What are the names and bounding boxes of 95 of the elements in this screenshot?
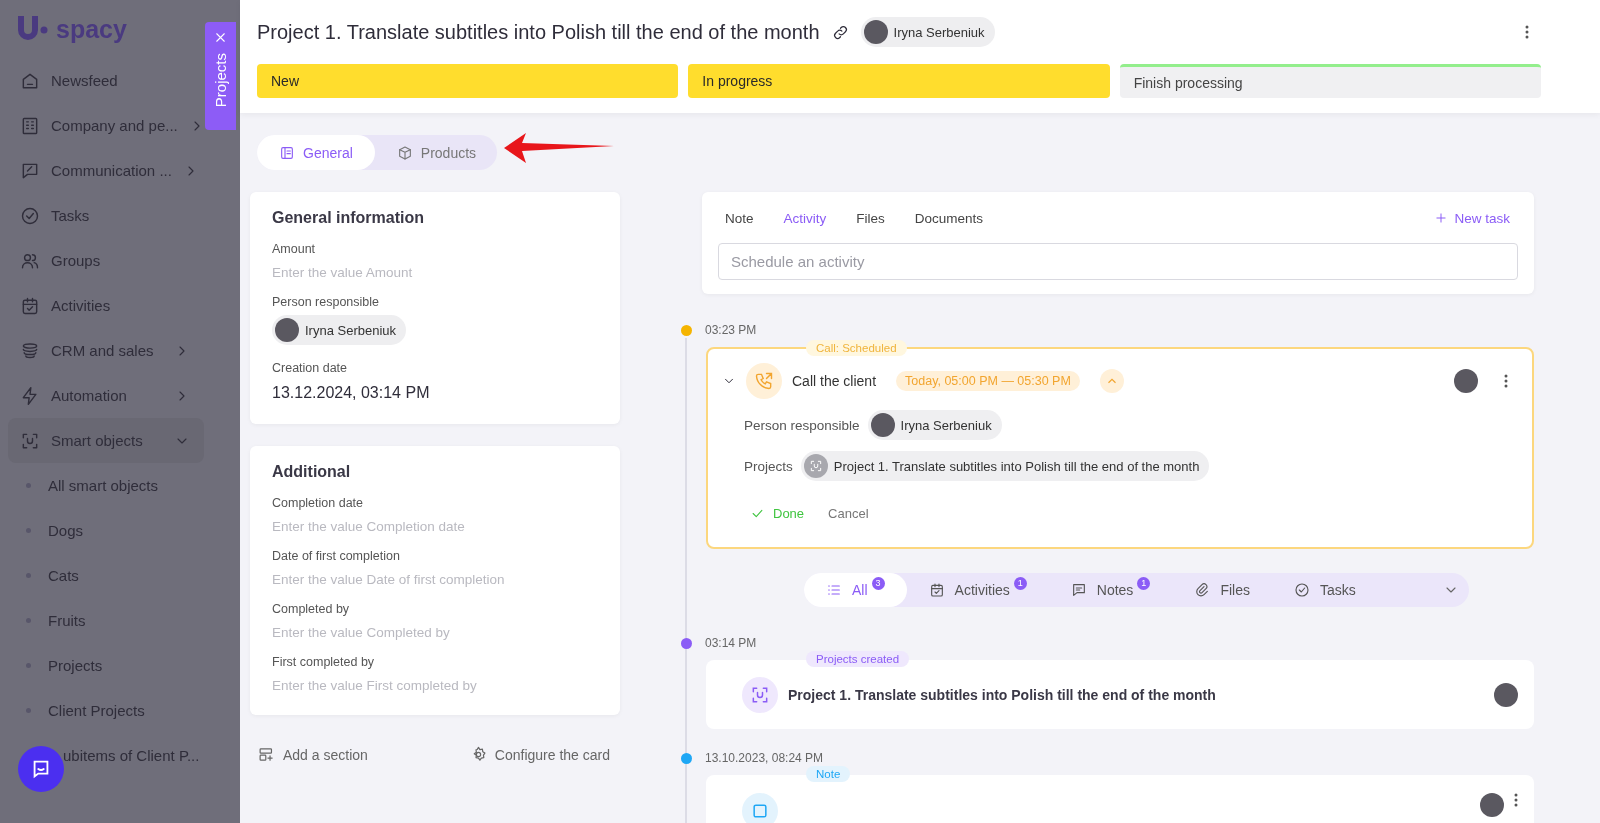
page-title: Project 1. Translate subtitles into Polish till the end of the month — [257, 20, 820, 44]
detail-label: Projects — [744, 458, 793, 474]
view-tab[interactable]: General — [257, 135, 375, 170]
new-task-button[interactable]: New task — [1434, 210, 1518, 226]
calendar-icon — [928, 582, 945, 598]
list-icon — [279, 144, 295, 161]
side-tab-label[interactable]: Projects — [212, 53, 229, 108]
sidebar-subitem[interactable]: Fruits — [0, 598, 240, 643]
sidebar-item[interactable]: Newsfeed — [0, 58, 204, 103]
person-chip[interactable]: Iryna Serbeniuk — [272, 315, 407, 345]
composer-tab[interactable]: Note — [725, 210, 754, 226]
avatar — [870, 413, 895, 437]
sidebar-subitem[interactable]: Dogs — [0, 508, 240, 553]
field-label: Completed by — [272, 602, 351, 616]
composer-tab[interactable]: Files — [856, 210, 885, 226]
activity-input[interactable]: Schedule an activity — [718, 243, 1518, 280]
sidebar-item[interactable]: Activities — [0, 283, 204, 328]
avatar — [863, 20, 888, 44]
view-tab[interactable]: Products — [374, 135, 499, 170]
sidebar-subitem[interactable]: Client Projects — [0, 688, 240, 733]
filter-tab[interactable]: Files — [1172, 573, 1272, 607]
sidebar-subitem[interactable]: All smart objects — [0, 463, 240, 508]
activity-title: Call the client — [792, 373, 877, 389]
avatar — [275, 318, 299, 342]
sidebar-subitem[interactable]: Projects — [0, 643, 240, 688]
filter-tab[interactable]: Notes 1 — [1048, 573, 1173, 607]
close-icon — [213, 30, 228, 45]
scan-face-icon — [808, 459, 823, 473]
card-title: Additional — [272, 463, 352, 481]
composer-tab[interactable]: Activity — [783, 210, 827, 226]
stage-button[interactable]: New — [257, 64, 679, 98]
timestamp: 13.10.2023, 08:24 PM — [705, 751, 824, 765]
sidebar-item[interactable]: Communication ... — [0, 148, 204, 193]
field-label: Person responsible — [272, 295, 380, 309]
count-badge: 1 — [1013, 576, 1027, 590]
count-badge: 1 — [1137, 576, 1151, 590]
more-icon[interactable] — [1525, 25, 1529, 39]
sidebar-item[interactable]: CRM and sales — [0, 328, 204, 373]
stage-button[interactable]: In progress — [688, 64, 1110, 98]
count-badge: 3 — [871, 576, 885, 590]
composer-tab[interactable]: Documents — [914, 210, 984, 226]
field-label: First completed by — [272, 655, 376, 669]
sidebar-item[interactable]: Automation — [0, 373, 204, 418]
sidebar-item[interactable]: Groups — [0, 238, 204, 283]
box-icon — [396, 144, 413, 161]
filter-tab[interactable]: Activities 1 — [906, 573, 1049, 607]
calendar-icon — [20, 295, 40, 316]
plus-icon — [1434, 211, 1449, 225]
field-label: Completion date — [272, 496, 365, 510]
note-icon — [742, 793, 778, 823]
projects-side-tab[interactable]: Projects — [205, 22, 236, 130]
link-icon — [831, 23, 849, 41]
schedule-tag: Today, 05:00 PM — 05:30 PM — [896, 371, 1080, 391]
status-badge: Call: Scheduled — [806, 340, 907, 356]
check-circle-icon — [1293, 582, 1310, 598]
add-section-icon — [258, 746, 275, 763]
coins-icon — [20, 340, 40, 361]
avatar — [1494, 682, 1518, 707]
detail-label: Person responsible — [744, 417, 860, 433]
configure-card-button[interactable]: Configure the card — [469, 746, 610, 763]
building-icon — [20, 115, 40, 136]
list-icon — [826, 582, 842, 598]
sidebar-subitem[interactable]: ubitems of Client P... — [0, 733, 240, 778]
event-text: Project 1. Translate subtitles into Polish till the end of the month — [788, 686, 1216, 703]
event-badge: Projects created — [806, 651, 910, 667]
filter-tab[interactable]: Tasks — [1271, 573, 1378, 607]
more-icon[interactable] — [1514, 793, 1518, 807]
sidebar-subitem[interactable]: Cats — [0, 553, 240, 598]
project-chip[interactable]: Project 1. Translate subtitles into Polish till the end of the month — [800, 451, 1210, 481]
person-chip[interactable]: Iryna Serbeniuk — [867, 410, 1002, 440]
avatar — [1454, 369, 1478, 393]
done-button[interactable]: Done — [750, 505, 805, 521]
scan-face-icon — [742, 676, 778, 713]
more-icon[interactable] — [1504, 374, 1508, 388]
field-label: Date of first completion — [272, 549, 401, 563]
add-section-button[interactable]: Add a section — [258, 746, 368, 763]
note-badge: Note — [806, 766, 851, 782]
field-value: 13.12.2024, 03:14 PM — [272, 384, 431, 402]
paperclip-icon — [1194, 582, 1211, 598]
avatar — [1480, 793, 1504, 817]
timestamp: 03:23 PM — [705, 323, 757, 337]
cancel-button[interactable]: Cancel — [828, 505, 869, 521]
field-label: Amount — [272, 242, 317, 256]
sidebar-item[interactable]: Smart objects — [8, 418, 204, 463]
timestamp: 03:14 PM — [705, 636, 757, 650]
card-title: General information — [272, 209, 426, 227]
comment-icon — [1070, 582, 1087, 598]
field-label: Creation date — [272, 361, 349, 375]
sidebar-item[interactable]: Tasks — [0, 193, 204, 238]
check-circle-icon — [20, 205, 40, 226]
stage-button[interactable]: Finish processing — [1119, 64, 1541, 98]
sidebar-item[interactable]: Company and pe... — [0, 103, 204, 148]
phone-icon — [746, 363, 782, 399]
filter-tab[interactable]: All 3 — [804, 573, 907, 607]
assignee-chip[interactable]: Iryna Serbeniuk — [860, 17, 995, 47]
